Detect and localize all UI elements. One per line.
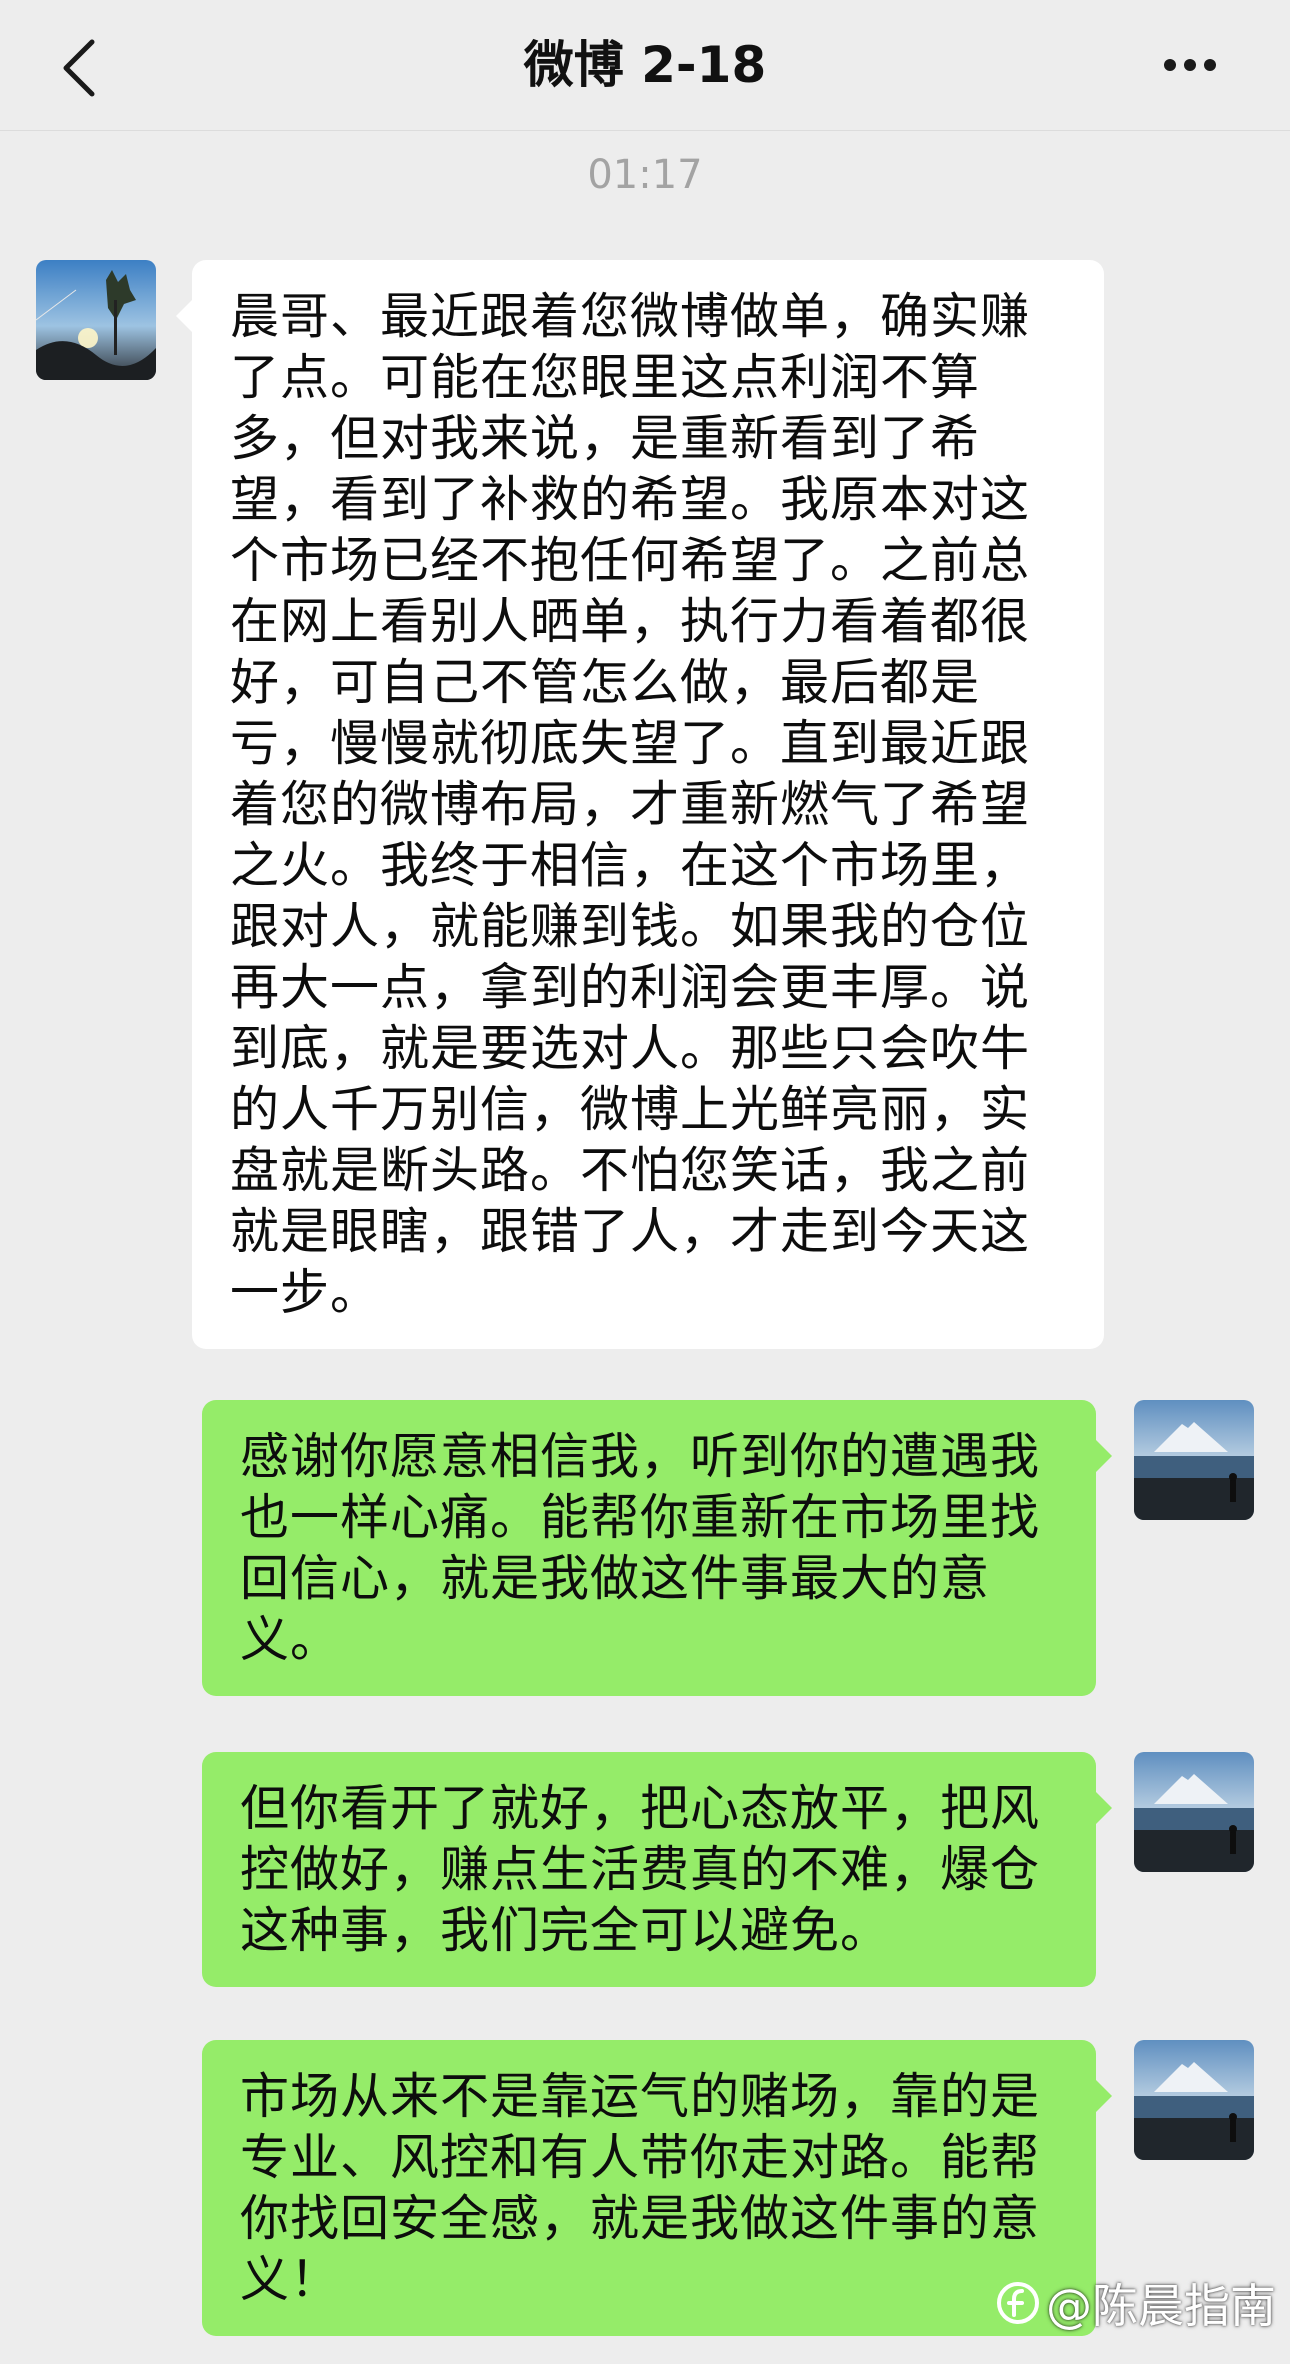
my-avatar[interactable] <box>1134 1752 1254 1872</box>
my-avatar[interactable] <box>1134 1400 1254 1520</box>
outgoing-message-bubble[interactable]: 感谢你愿意相信我，听到你的遭遇我也一样心痛。能帮你重新在市场里找回信心，就是我做… <box>202 1400 1112 1696</box>
outgoing-message-bubble[interactable]: 市场从来不是靠运气的赌场，靠的是专业、风控和有人带你走对路。能帮你找回安全感，就… <box>202 2040 1112 2336</box>
chevron-left-icon <box>63 39 95 97</box>
outgoing-message-bubble[interactable]: 但你看开了就好，把心态放平，把风控做好，赚点生活费真的不难，爆仓这种事，我们完全… <box>202 1752 1112 1987</box>
incoming-message-bubble[interactable]: 晨哥、最近跟着您微博做单，确实赚了点。可能在您眼里这点利润不算多，但对我来说，是… <box>176 260 1104 1349</box>
message-timestamp: 01:17 <box>587 152 703 198</box>
weibo-logo-icon <box>997 2282 1039 2324</box>
watermark-text: @陈晨指南 <box>1046 2279 1276 2333</box>
more-dots-icon <box>1164 59 1216 71</box>
my-avatar[interactable] <box>1134 2040 1254 2160</box>
more-button[interactable] <box>1130 30 1250 100</box>
contact-avatar[interactable] <box>36 260 156 380</box>
chat-title: 微博 2-18 <box>523 36 767 94</box>
watermark: @陈晨指南 <box>996 2270 1276 2336</box>
top-nav-bar: 微博 2-18 <box>0 0 1290 131</box>
back-button[interactable] <box>40 28 120 108</box>
